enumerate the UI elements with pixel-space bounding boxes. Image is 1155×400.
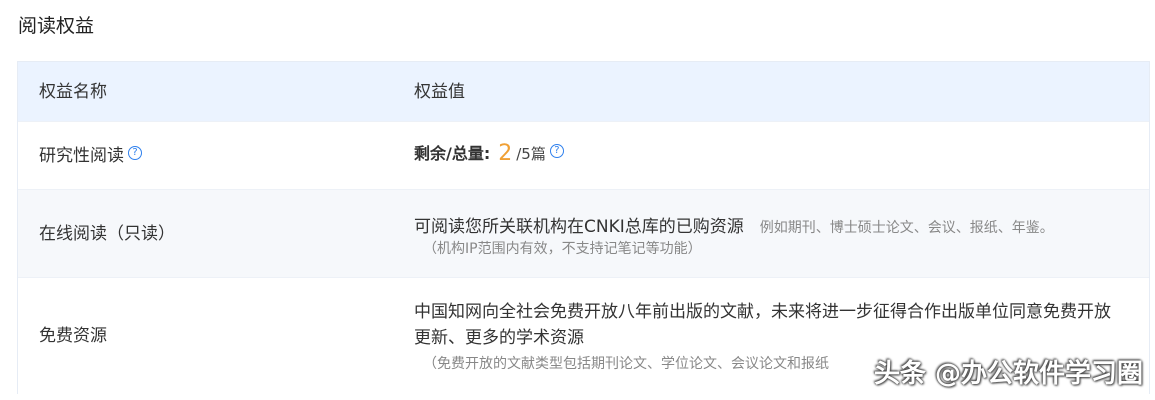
reading-rights-page: 阅读权益 权益名称 权益值 研究性阅读? 剩余/总量: 2/5篇? 在线阅读（只读… bbox=[0, 0, 1155, 400]
row-name-free-resources: 免费资源 bbox=[39, 326, 107, 346]
free-resources-note: （免费开放的文献类型包括期刊论文、学位论文、会议论文和报纸 bbox=[423, 356, 829, 372]
free-resources-main-text: 中国知网向全社会免费开放八年前出版的文献，未来将进一步征得合作出版单位同意免费开… bbox=[414, 302, 1111, 348]
help-question-icon[interactable]: ? bbox=[128, 146, 142, 160]
quota-label: 剩余/总量: bbox=[414, 144, 491, 163]
table-row: 研究性阅读? 剩余/总量: 2/5篇? bbox=[18, 122, 1149, 190]
help-question-icon[interactable]: ? bbox=[549, 144, 564, 158]
row-name-online-reading: 在线阅读（只读） bbox=[39, 224, 175, 244]
online-reading-example: 例如期刊、博士硕士论文、会议、报纸、年鉴。 bbox=[759, 220, 1054, 236]
quota-remaining: 2 bbox=[498, 141, 513, 166]
online-reading-main-text: 可阅读您所关联机构在CNKI总库的已购资源 bbox=[414, 217, 744, 237]
watermark: 头条 @办公软件学习圈 bbox=[873, 359, 1143, 389]
row-name-label: 研究性阅读 bbox=[39, 146, 124, 166]
header-name: 权益名称 bbox=[39, 82, 107, 102]
section-title: 阅读权益 bbox=[18, 15, 95, 37]
header-value: 权益值 bbox=[414, 82, 465, 102]
online-reading-note: （机构IP范围内有效，不支持记笔记等功能） bbox=[423, 241, 702, 257]
quota-total: /5篇 bbox=[516, 145, 546, 163]
table-header-row: 权益名称 权益值 bbox=[18, 62, 1149, 122]
rights-table: 权益名称 权益值 研究性阅读? 剩余/总量: 2/5篇? 在线阅读（只读） 可阅读… bbox=[17, 61, 1150, 395]
table-row: 在线阅读（只读） 可阅读您所关联机构在CNKI总库的已购资源 例如期刊、博士硕士论… bbox=[18, 190, 1149, 278]
quota-value: 剩余/总量: 2/5篇? bbox=[414, 142, 564, 166]
online-reading-desc: 可阅读您所关联机构在CNKI总库的已购资源 例如期刊、博士硕士论文、会议、报纸、年… bbox=[414, 212, 1054, 237]
row-name-research-reading: 研究性阅读? bbox=[39, 144, 142, 168]
